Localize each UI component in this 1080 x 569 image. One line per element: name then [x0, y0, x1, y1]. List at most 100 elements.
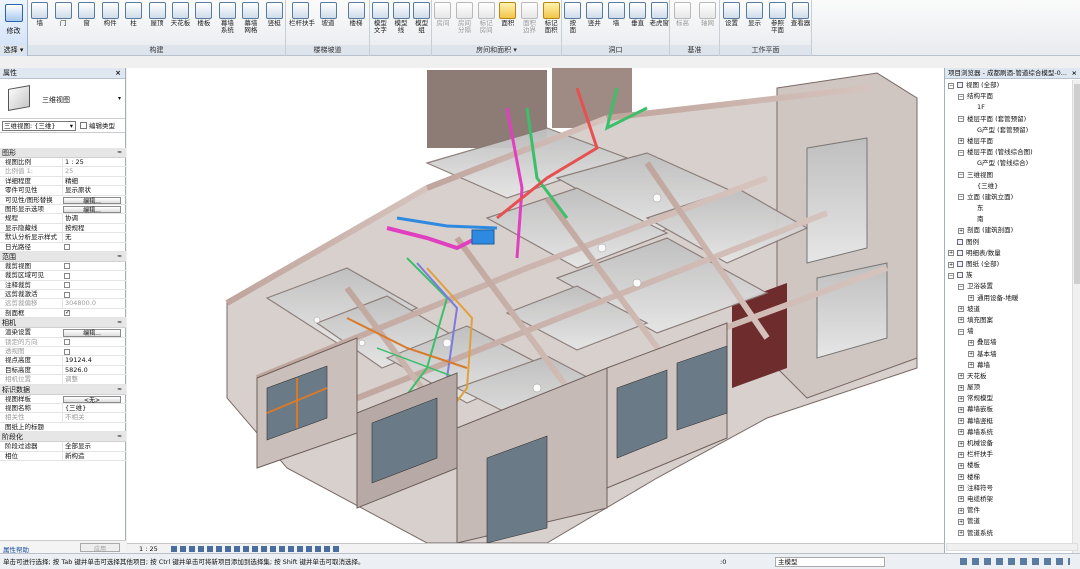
browser-tree-item[interactable]: + 坡道	[945, 304, 1073, 315]
close-icon[interactable]: ×	[1069, 68, 1077, 78]
expand-icon[interactable]: +	[958, 474, 964, 481]
collapse-icon[interactable]: −	[958, 149, 964, 156]
expand-icon[interactable]: +	[958, 462, 964, 469]
ribbon-button-0-0[interactable]: 墙	[29, 2, 51, 40]
expand-icon[interactable]: +	[958, 317, 964, 324]
3d-viewport[interactable]	[127, 68, 944, 543]
property-input[interactable]: 1 : 25	[62, 158, 124, 168]
browser-tree-item[interactable]: − 墙	[945, 326, 1073, 337]
ribbon-button-4-2[interactable]: 墙	[605, 2, 627, 40]
ribbon-button-0-5[interactable]: 屋顶	[146, 2, 168, 40]
browser-tree-item[interactable]: + 管道系统	[945, 528, 1073, 539]
property-section[interactable]: 范围 ≈	[0, 251, 126, 262]
expand-icon[interactable]: +	[958, 227, 964, 234]
browser-tree-item[interactable]: G产型 (管线综合)	[945, 158, 1073, 169]
ribbon-button-5-0[interactable]: 标高	[672, 2, 694, 40]
property-checkbox[interactable]	[64, 272, 70, 279]
expand-icon[interactable]: +	[958, 306, 964, 313]
expand-icon[interactable]: +	[968, 339, 974, 346]
browser-tree-item[interactable]: 图例	[945, 237, 1073, 248]
expand-icon[interactable]: +	[948, 261, 954, 268]
browser-tree-item[interactable]: − 三维视图	[945, 170, 1073, 181]
expand-icon[interactable]: +	[958, 406, 964, 413]
ribbon-button-3-2[interactable]: 标记 房间	[475, 2, 497, 40]
chevron-down-icon[interactable]: ▾	[118, 95, 121, 102]
browser-tree-item[interactable]: − 立面 (建筑立面)	[945, 192, 1073, 203]
browser-tree-item[interactable]: G产型 (套管预留)	[945, 125, 1073, 136]
expand-icon[interactable]: +	[968, 295, 974, 302]
modify-button[interactable]: 修改 选择 ▾	[0, 0, 28, 56]
browser-tree-item[interactable]: + 管件	[945, 505, 1073, 516]
ribbon-button-2-0[interactable]: 模型 文字	[369, 2, 391, 40]
expand-icon[interactable]: +	[958, 440, 964, 447]
expand-icon[interactable]: +	[958, 507, 964, 514]
property-checkbox[interactable]	[64, 263, 70, 270]
ribbon-button-4-4[interactable]: 老虎窗	[648, 2, 670, 40]
expand-icon[interactable]: +	[958, 485, 964, 492]
expand-icon[interactable]: +	[958, 496, 964, 503]
ribbon-button-3-3[interactable]: 面积	[497, 2, 519, 40]
expand-icon[interactable]: +	[968, 362, 974, 369]
instance-selector[interactable]: 三维视图: {三维} ▾	[2, 121, 76, 131]
property-edit-button[interactable]: <无>	[63, 395, 121, 403]
browser-tree-item[interactable]: + 明细表/数量	[945, 248, 1073, 259]
browser-tree-item[interactable]: − 卫浴装置	[945, 281, 1073, 292]
property-section[interactable]: 标识数据 ≈	[0, 384, 126, 395]
status-icons[interactable]	[960, 558, 1070, 565]
browser-tree-item[interactable]: + 幕墙嵌板	[945, 404, 1073, 415]
collapse-icon[interactable]: −	[958, 283, 964, 290]
property-section[interactable]: 相机 ≈	[0, 318, 126, 329]
expand-icon[interactable]: +	[958, 395, 964, 402]
property-checkbox[interactable]	[64, 291, 70, 298]
apply-button[interactable]: 应用	[80, 543, 120, 553]
collapse-icon[interactable]: −	[958, 328, 964, 335]
collapse-icon[interactable]: ≈	[117, 432, 122, 442]
scrollbar-thumb[interactable]	[1074, 84, 1080, 284]
edit-type-button[interactable]: 编辑类型	[80, 121, 115, 131]
browser-tree-item[interactable]: + 幕墙系统	[945, 427, 1073, 438]
property-edit-button[interactable]: 编辑...	[63, 329, 121, 337]
property-checkbox[interactable]	[64, 308, 70, 318]
browser-tree-item[interactable]: 东	[945, 203, 1073, 214]
browser-tree-item[interactable]: + 管道	[945, 516, 1073, 527]
property-checkbox[interactable]	[64, 339, 70, 346]
browser-tree-item[interactable]: 1F	[945, 102, 1073, 113]
browser-tree-item[interactable]: + 楼板	[945, 460, 1073, 471]
expand-icon[interactable]: +	[958, 384, 964, 391]
ribbon-button-0-6[interactable]: 天花板	[169, 2, 191, 40]
expand-icon[interactable]: +	[958, 373, 964, 380]
browser-tree-item[interactable]: + 屋顶	[945, 382, 1073, 393]
view-control-icons[interactable]	[171, 546, 341, 552]
ribbon-button-6-1[interactable]: 显示	[744, 2, 766, 40]
collapse-icon[interactable]: ≈	[117, 318, 122, 328]
ribbon-button-2-2[interactable]: 模型 组	[411, 2, 433, 40]
browser-tree-item[interactable]: + 剖面 (建筑剖面)	[945, 225, 1073, 236]
collapse-icon[interactable]: ≈	[117, 385, 122, 395]
ribbon-button-4-1[interactable]: 竖井	[583, 2, 605, 40]
browser-tree-item[interactable]: + 叠层墙	[945, 337, 1073, 348]
ribbon-button-3-5[interactable]: 标记 面积	[540, 2, 562, 40]
collapse-icon[interactable]: −	[958, 116, 964, 123]
collapse-icon[interactable]: −	[948, 82, 954, 89]
browser-tree-item[interactable]: + 楼层平面	[945, 136, 1073, 147]
browser-tree-item[interactable]: + 填充图案	[945, 315, 1073, 326]
collapse-icon[interactable]: ≈	[117, 148, 122, 158]
browser-scrollbar[interactable]	[1072, 80, 1080, 553]
browser-tree-item[interactable]: {三维}	[945, 181, 1073, 192]
browser-tree-item[interactable]: + 天花板	[945, 371, 1073, 382]
browser-tree-item[interactable]: + 图纸 (全部)	[945, 259, 1073, 270]
browser-tree-item[interactable]: + 幕墙	[945, 360, 1073, 371]
property-checkbox[interactable]	[64, 244, 70, 251]
building-3d-model[interactable]	[127, 68, 944, 543]
ribbon-button-0-10[interactable]: 竖梃	[263, 2, 285, 40]
ribbon-button-0-1[interactable]: 门	[52, 2, 74, 40]
collapse-icon[interactable]: −	[958, 93, 964, 100]
ribbon-button-1-2[interactable]: 楼梯	[345, 2, 367, 40]
property-section[interactable]: 阶段化 ≈	[0, 432, 126, 443]
browser-tree-item[interactable]: + 注释符号	[945, 483, 1073, 494]
ribbon-button-0-2[interactable]: 窗	[76, 2, 98, 40]
ribbon-button-3-0[interactable]: 房间	[432, 2, 454, 40]
property-checkbox[interactable]	[64, 348, 70, 355]
ribbon-button-3-4[interactable]: 面积 边界	[519, 2, 541, 40]
browser-tree-item[interactable]: + 通用设备-地暖	[945, 293, 1073, 304]
